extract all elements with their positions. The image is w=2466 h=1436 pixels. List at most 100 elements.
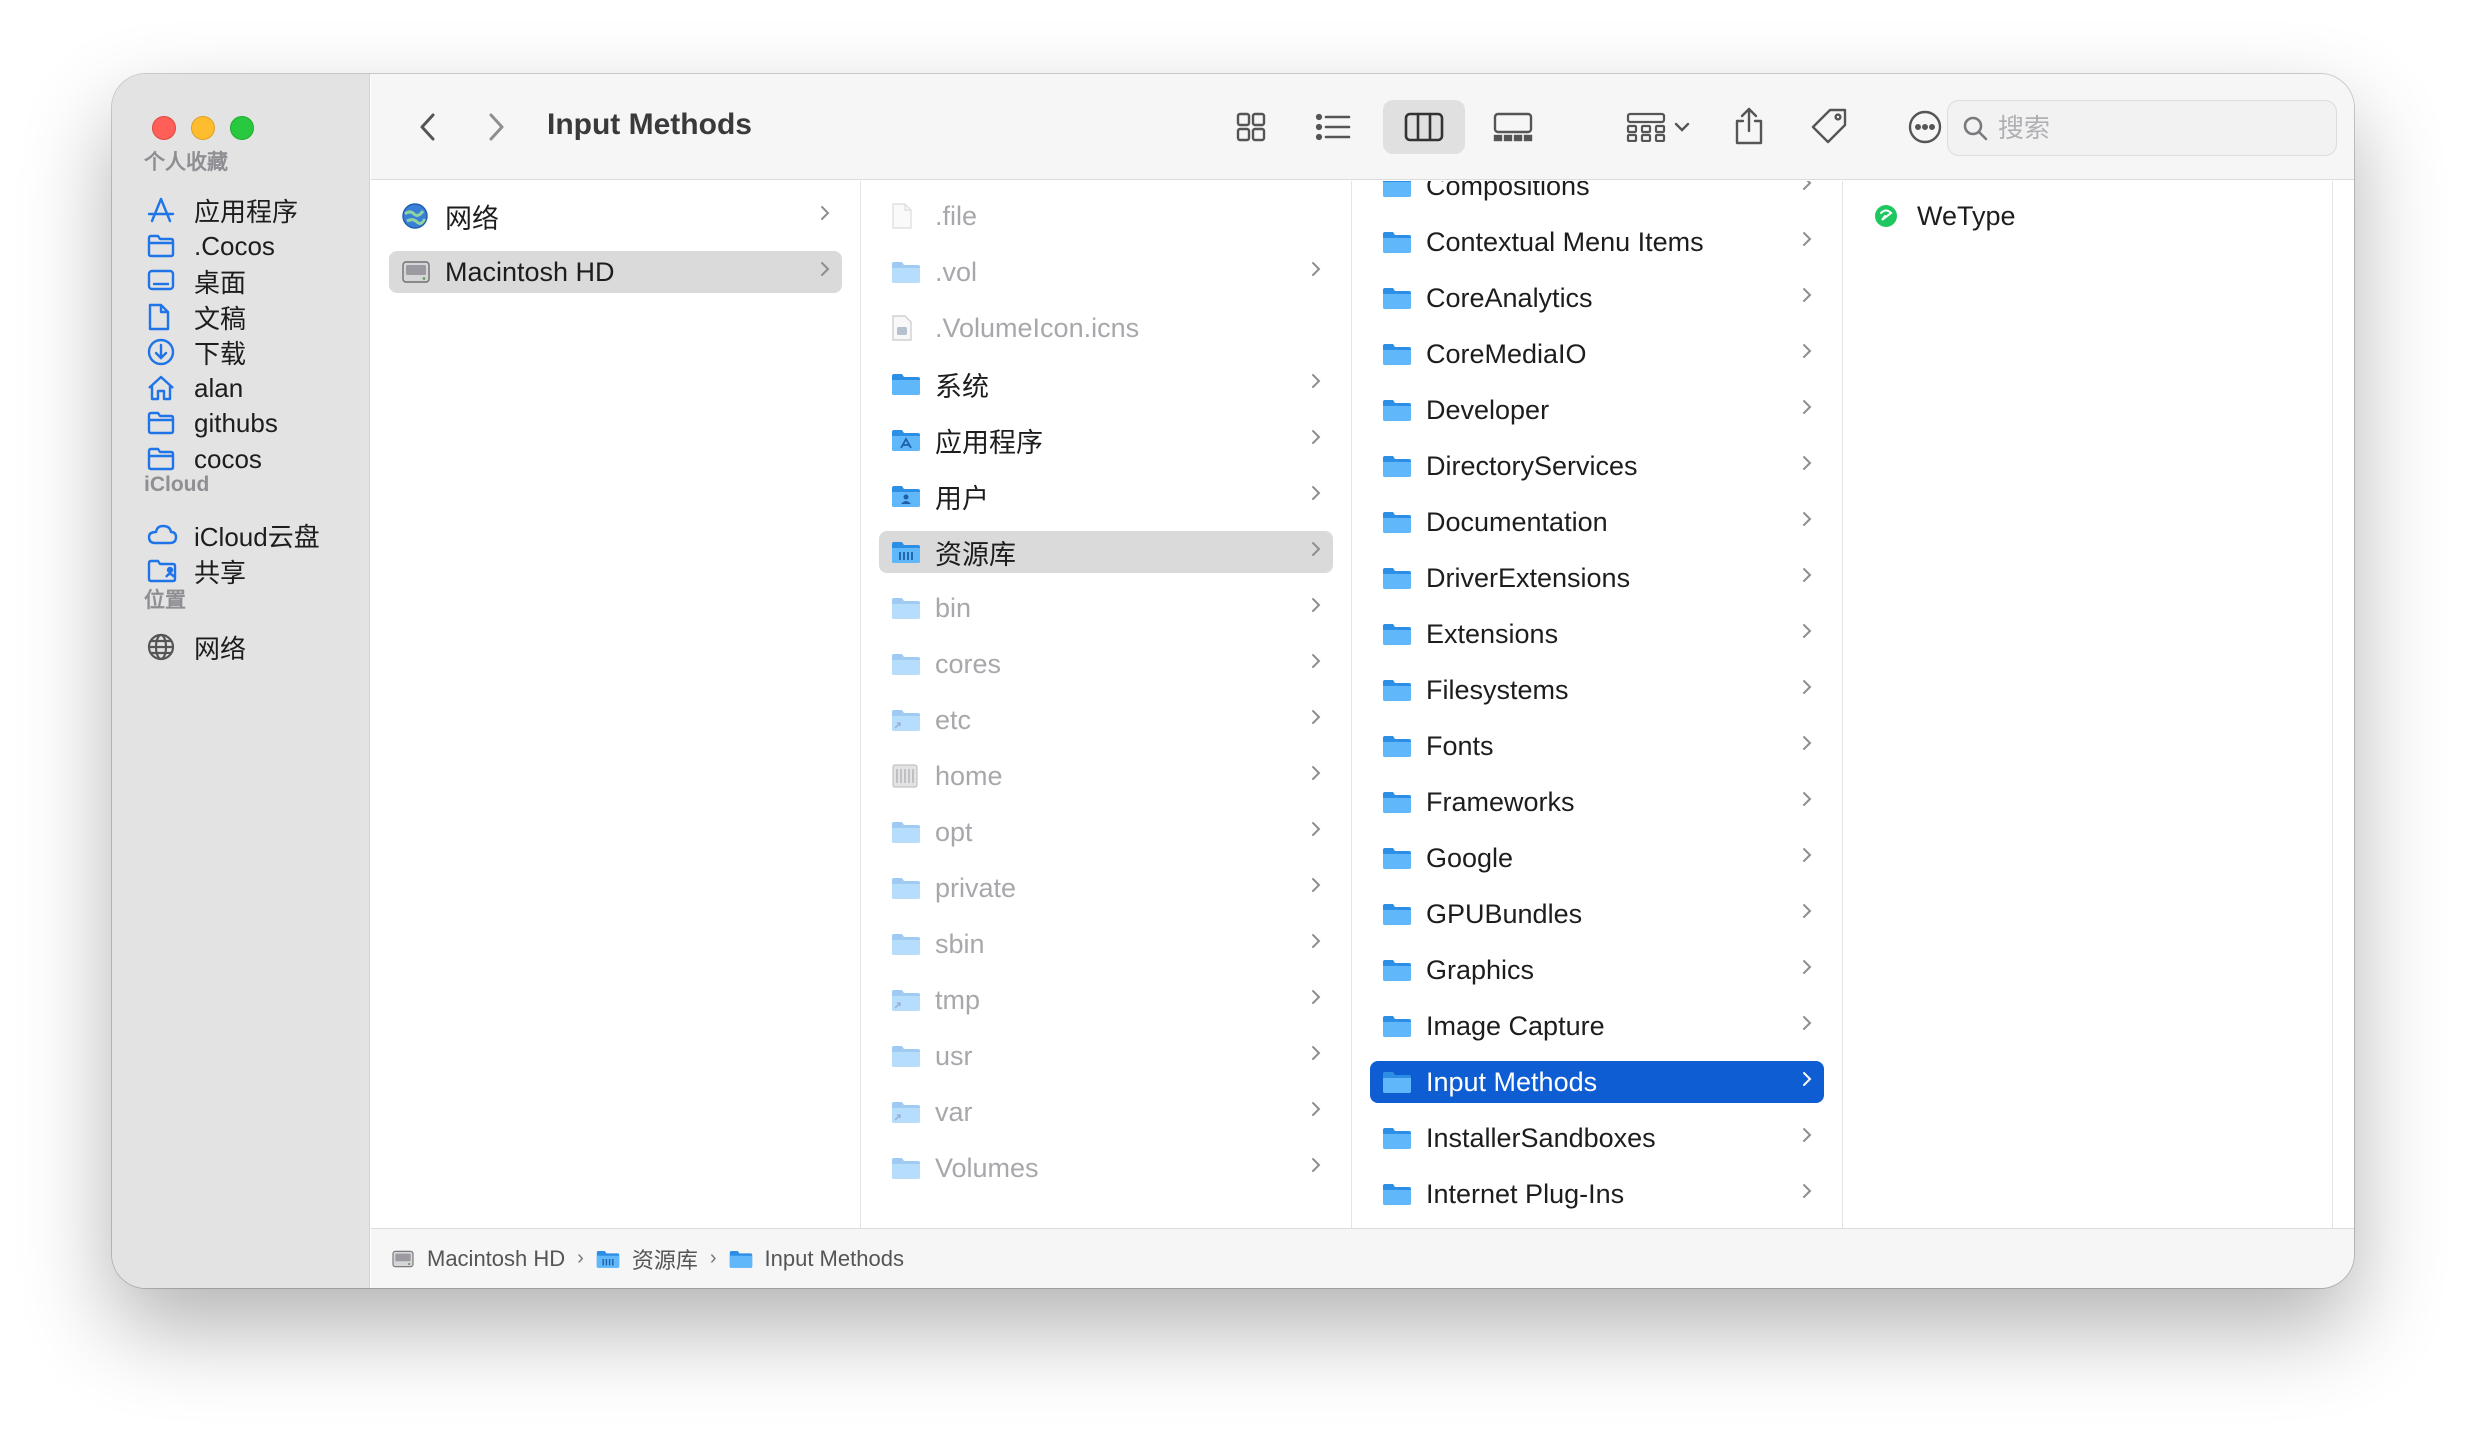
file-row[interactable]: Internet Plug-Ins (1370, 1173, 1824, 1215)
file-row[interactable]: DirectoryServices (1370, 445, 1824, 487)
file-row[interactable]: CoreMediaIO (1370, 333, 1824, 375)
file-row[interactable]: DriverExtensions (1370, 557, 1824, 599)
chevron-right-icon (1802, 455, 1812, 476)
file-row[interactable]: GPUBundles (1370, 893, 1824, 935)
more-icon (1908, 110, 1942, 144)
back-button[interactable] (407, 102, 447, 152)
tag-icon (1811, 108, 1847, 144)
file-name: etc (935, 704, 972, 735)
file-row[interactable]: etc (879, 699, 1333, 741)
chevron-right-icon (1802, 735, 1812, 756)
document-icon (146, 302, 180, 332)
file-row[interactable]: Compositions (1370, 181, 1824, 207)
chevron-right-icon (1311, 1157, 1321, 1178)
file-row[interactable]: Contextual Menu Items (1370, 221, 1824, 263)
path-item[interactable]: Input Methods (729, 1246, 904, 1272)
sidebar-item[interactable]: .Cocos (146, 226, 356, 266)
file-row[interactable]: Documentation (1370, 501, 1824, 543)
folder-icon (891, 594, 921, 622)
path-item[interactable]: 资源库 (596, 1243, 698, 1275)
file-name: WeType (1917, 200, 2016, 231)
chevron-right-icon (1311, 765, 1321, 786)
search-field[interactable] (1947, 100, 2337, 156)
network-globe-icon (401, 202, 431, 230)
file-row[interactable]: Fonts (1370, 725, 1824, 767)
file-name: 用户 (935, 483, 989, 514)
file-row[interactable]: CoreAnalytics (1370, 277, 1824, 319)
tag-button[interactable] (1801, 98, 1857, 154)
file-row[interactable]: Image Capture (1370, 1005, 1824, 1047)
sidebar-item[interactable]: iCloud云盘 (146, 515, 356, 555)
sidebar-item[interactable]: 文稿 (146, 297, 356, 337)
sidebar-item-label: alan (194, 372, 244, 403)
sidebar-item[interactable]: 下载 (146, 332, 356, 372)
file-row[interactable]: usr (879, 1035, 1333, 1077)
file-name: .vol (935, 256, 978, 287)
download-icon (146, 337, 180, 367)
file-row[interactable]: tmp (879, 979, 1333, 1021)
minimize-button[interactable] (191, 116, 215, 140)
file-row[interactable]: Input Methods (1370, 1061, 1824, 1103)
file-row[interactable]: 网络 (389, 195, 842, 237)
folder-icon (1382, 900, 1412, 928)
column-2[interactable]: .file .vol .VolumeIcon.icns 系统 应用程序 用户 资源… (861, 181, 1352, 1288)
file-row[interactable]: 资源库 (879, 531, 1333, 573)
file-row[interactable]: Google (1370, 837, 1824, 879)
file-row[interactable]: Graphics (1370, 949, 1824, 991)
file-name: Volumes (935, 1152, 1039, 1183)
file-row[interactable]: WeType (1861, 195, 2314, 237)
close-button[interactable] (152, 116, 176, 140)
share-button[interactable] (1721, 98, 1777, 154)
file-row[interactable]: 系统 (879, 363, 1333, 405)
folder-icon (891, 818, 921, 846)
file-row[interactable]: Filesystems (1370, 669, 1824, 711)
file-row[interactable]: var (879, 1091, 1333, 1133)
group-button[interactable] (1615, 102, 1701, 152)
sidebar-item[interactable]: 网络 (146, 627, 356, 667)
file-row[interactable]: .VolumeIcon.icns (879, 307, 1333, 349)
file-row[interactable]: opt (879, 811, 1333, 853)
file-row[interactable]: Frameworks (1370, 781, 1824, 823)
file-row[interactable]: private (879, 867, 1333, 909)
column-view-button[interactable] (1383, 100, 1465, 154)
forward-icon (489, 113, 504, 141)
sidebar-item[interactable]: 应用程序 (146, 190, 356, 230)
folder-icon (1382, 788, 1412, 816)
file-row[interactable]: bin (879, 587, 1333, 629)
file-name: opt (935, 816, 973, 847)
file-name: DirectoryServices (1426, 450, 1638, 481)
path-item[interactable]: Macintosh HD (391, 1246, 565, 1272)
sidebar-item-label: 应用程序 (194, 196, 299, 227)
file-row[interactable]: .vol (879, 251, 1333, 293)
file-name: Frameworks (1426, 786, 1575, 817)
sidebar-item[interactable]: githubs (146, 403, 356, 443)
column-4[interactable]: WeType (1843, 181, 2333, 1288)
file-row[interactable]: sbin (879, 923, 1333, 965)
file-row[interactable]: InstallerSandboxes (1370, 1117, 1824, 1159)
file-row[interactable]: .file (879, 195, 1333, 237)
file-name: Input Methods (1426, 1066, 1598, 1097)
sidebar-section-title: 位置 (144, 589, 186, 612)
search-input[interactable] (1998, 112, 2318, 144)
file-row[interactable]: Extensions (1370, 613, 1824, 655)
forward-button[interactable] (477, 102, 517, 152)
icon-view-button[interactable] (1219, 102, 1283, 152)
sidebar-item[interactable]: alan (146, 368, 356, 408)
zoom-button[interactable] (230, 116, 254, 140)
list-view-button[interactable] (1301, 102, 1365, 152)
column-3[interactable]: Compositions Contextual Menu Items CoreA… (1352, 181, 1843, 1288)
column-1[interactable]: 网络 Macintosh HD (371, 181, 861, 1288)
file-row[interactable]: 用户 (879, 475, 1333, 517)
file-row[interactable]: 应用程序 (879, 419, 1333, 461)
file-row[interactable]: Developer (1370, 389, 1824, 431)
file-row[interactable]: home (879, 755, 1333, 797)
file-row[interactable]: Volumes (879, 1147, 1333, 1189)
file-row[interactable]: Macintosh HD (389, 251, 842, 293)
chevron-right-icon (1311, 597, 1321, 618)
sidebar-item[interactable]: 桌面 (146, 261, 356, 301)
users-folder-icon (891, 482, 921, 510)
applications-icon (146, 195, 180, 225)
gallery-view-button[interactable] (1481, 102, 1545, 152)
file-row[interactable]: cores (879, 643, 1333, 685)
folder-icon (1382, 676, 1412, 704)
